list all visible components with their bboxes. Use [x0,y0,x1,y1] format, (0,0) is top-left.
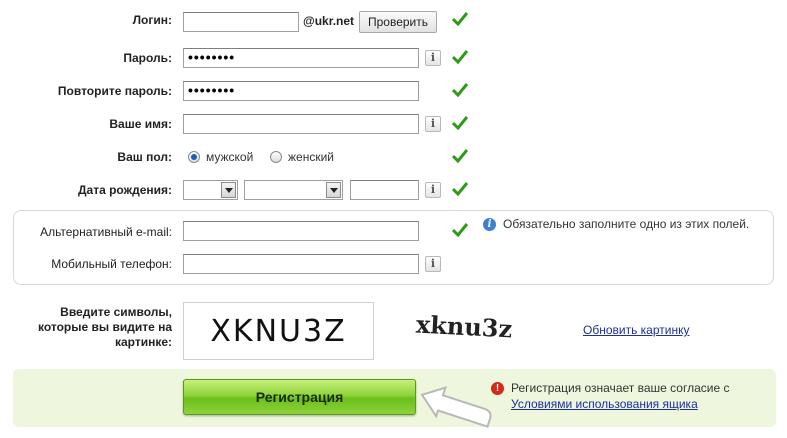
login-domain: @ukr.net [303,14,355,28]
gender-label: Ваш пол: [117,150,172,164]
repeat-password-label: Повторите пароль: [57,84,172,98]
gender-male-radio[interactable] [188,151,200,163]
birth-month-select[interactable] [244,180,343,200]
captcha-label-line: Введите символы, [60,305,172,319]
captcha-image: XKNU3Z [183,302,374,360]
login-label: Логин: [132,13,172,27]
group-note-text: Обязательно заполните одно из этих полей… [503,217,750,231]
name-label: Ваше имя: [109,117,172,131]
birth-day-select[interactable] [183,180,238,200]
check-icon [452,182,468,196]
captcha-typed[interactable]: xknu3z [415,310,513,344]
alt-email-input[interactable] [183,221,419,241]
password-label: Пароль: [123,51,172,65]
check-icon [452,50,468,64]
alt-email-label: Альтернативный e-mail: [40,225,172,239]
chevron-down-icon[interactable] [326,182,341,198]
captcha-label: Введите символы, которые вы видите на ка… [38,305,172,350]
info-icon[interactable]: i [425,256,441,272]
chevron-down-icon[interactable] [221,182,236,198]
password-input[interactable]: •••••••• [183,48,419,68]
check-icon [452,83,468,97]
captcha-image-text: XKNU3Z [210,314,347,349]
info-icon[interactable]: i [425,50,441,66]
birth-year-input[interactable] [350,180,419,200]
mobile-input[interactable] [183,254,419,274]
info-icon[interactable]: i [425,116,441,132]
warning-icon: ! [491,382,504,395]
info-icon[interactable]: i [425,182,441,198]
check-icon [452,223,468,237]
register-notice-text: Регистрация означает ваше согласие с [511,381,730,395]
repeat-password-input[interactable]: •••••••• [183,81,419,101]
check-icon [452,116,468,130]
register-button[interactable]: Регистрация [183,379,416,415]
name-input[interactable] [183,114,419,134]
arrow-pointer-icon [420,386,492,428]
info-icon: i [483,218,496,231]
birthdate-label: Дата рождения: [77,183,172,197]
gender-female-label: женский [288,150,334,164]
gender-male-label: мужской [206,150,254,164]
login-input[interactable] [183,12,299,32]
captcha-label-line: картинке: [114,335,172,349]
check-icon [452,149,468,163]
check-icon [452,12,468,26]
gender-female-radio[interactable] [270,151,282,163]
check-login-button[interactable]: Проверить [359,11,437,33]
mobile-label: Мобильный телефон: [51,257,172,271]
captcha-label-line: которые вы видите на [37,320,172,334]
terms-link[interactable]: Условиями использования ящика [511,397,698,411]
refresh-captcha-link[interactable]: Обновить картинку [583,323,689,337]
